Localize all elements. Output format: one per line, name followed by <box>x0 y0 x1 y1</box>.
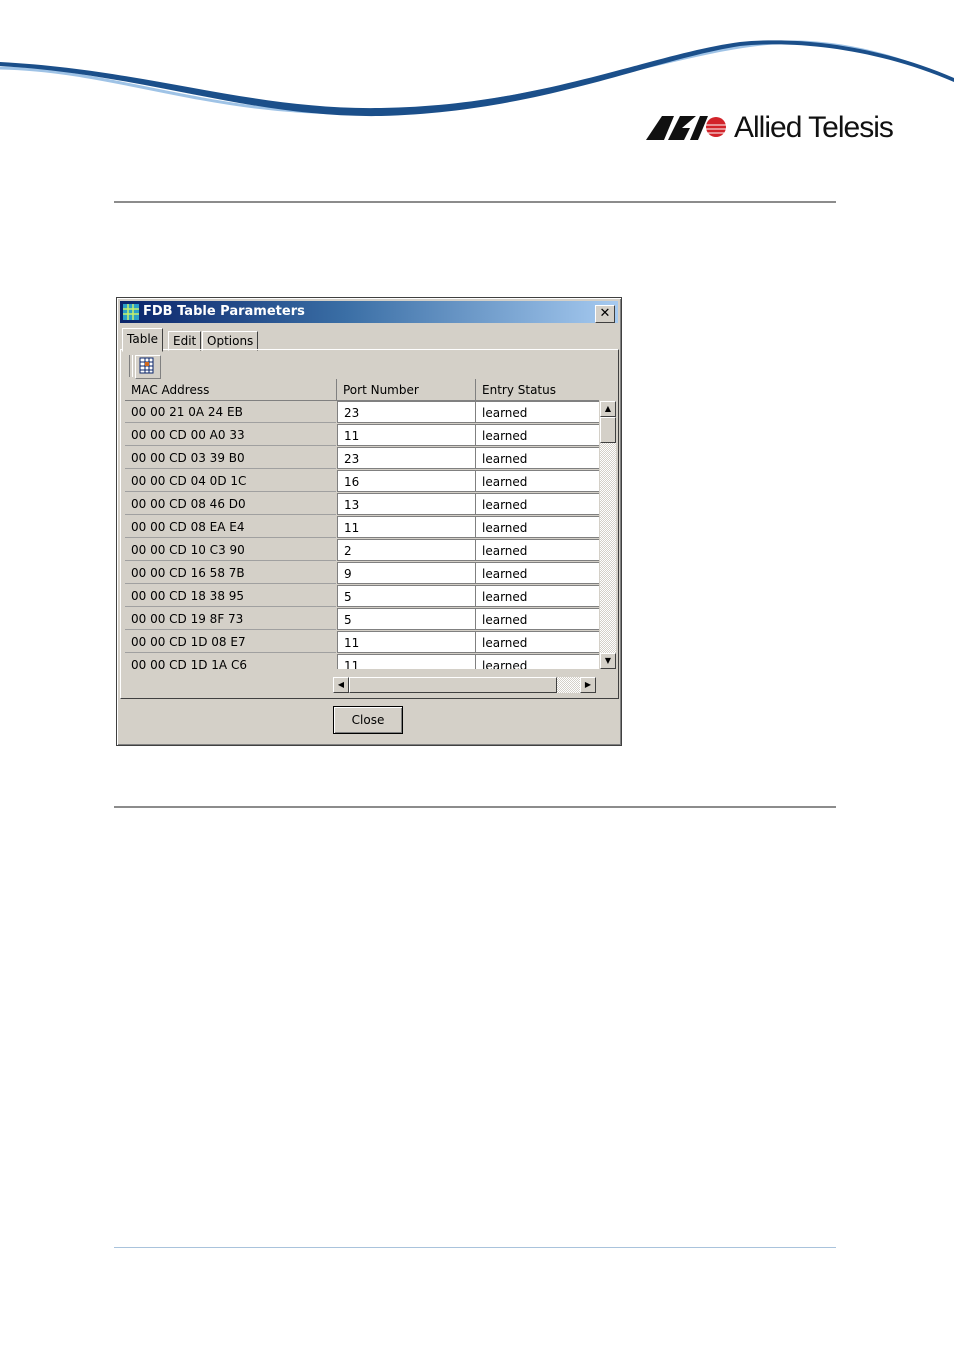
status-cell[interactable]: learned <box>476 631 599 653</box>
close-icon[interactable]: ✕ <box>595 305 615 323</box>
mac-cell: 00 00 CD 19 8F 73 <box>125 608 336 630</box>
mac-cell: 00 00 CD 1D 1A C6 <box>125 654 336 669</box>
close-button[interactable]: Close <box>333 706 403 734</box>
tab-table[interactable]: Table <box>122 328 164 352</box>
port-cell[interactable]: 11 <box>337 631 476 653</box>
port-cell[interactable]: 16 <box>337 470 476 492</box>
port-cell[interactable]: 9 <box>337 562 476 584</box>
dialog-titlebar[interactable]: FDB Table Parameters ✕ <box>120 301 618 323</box>
port-cell[interactable]: 11 <box>337 424 476 446</box>
mac-cell: 00 00 CD 04 0D 1C <box>125 470 336 492</box>
mac-cell: 00 00 21 0A 24 EB <box>125 401 336 423</box>
port-cell[interactable]: 23 <box>337 447 476 469</box>
port-cell[interactable]: 13 <box>337 493 476 515</box>
status-cell[interactable]: learned <box>476 585 599 607</box>
mac-cell: 00 00 CD 00 A0 33 <box>125 424 336 446</box>
status-cell[interactable]: learned <box>476 401 599 423</box>
status-cell[interactable]: learned <box>476 654 599 669</box>
table-grid-icon <box>139 357 154 374</box>
vertical-scrollbar[interactable]: ▲ ▼ <box>600 401 616 669</box>
column-header-port[interactable]: Port Number <box>337 379 476 401</box>
mac-cell: 00 00 CD 16 58 7B <box>125 562 336 584</box>
port-cell[interactable]: 5 <box>337 585 476 607</box>
port-cell[interactable]: 11 <box>337 516 476 538</box>
port-cell[interactable]: 23 <box>337 401 476 423</box>
mac-cell: 00 00 CD 03 39 B0 <box>125 447 336 469</box>
status-cell[interactable]: learned <box>476 608 599 630</box>
status-cell[interactable]: learned <box>476 539 599 561</box>
status-cell[interactable]: learned <box>476 447 599 469</box>
port-cell[interactable]: 5 <box>337 608 476 630</box>
tab-options[interactable]: Options <box>202 331 259 351</box>
mac-cell: 00 00 CD 08 EA E4 <box>125 516 336 538</box>
table-app-icon <box>123 304 139 320</box>
scroll-left-icon[interactable]: ◀ <box>333 677 349 693</box>
status-cell[interactable]: learned <box>476 470 599 492</box>
port-cell[interactable]: 2 <box>337 539 476 561</box>
fdb-table-dialog: FDB Table Parameters ✕ Table Edit Option… <box>116 297 622 746</box>
status-cell[interactable]: learned <box>476 562 599 584</box>
dialog-title: FDB Table Parameters <box>143 304 305 319</box>
allied-telesis-logo-icon <box>646 116 726 140</box>
tab-edit[interactable]: Edit <box>168 331 202 351</box>
horizontal-scroll-thumb[interactable] <box>349 677 557 693</box>
scroll-down-icon[interactable]: ▼ <box>600 653 616 669</box>
bottom-divider <box>114 806 836 808</box>
fdb-table: MAC Address Port Number Entry Status 00 … <box>125 379 599 669</box>
status-cell[interactable]: learned <box>476 516 599 538</box>
mac-cell: 00 00 CD 1D 08 E7 <box>125 631 336 653</box>
mac-cell: 00 00 CD 18 38 95 <box>125 585 336 607</box>
table-panel: MAC Address Port Number Entry Status 00 … <box>120 349 619 699</box>
mac-cell: 00 00 CD 08 46 D0 <box>125 493 336 515</box>
vertical-scroll-thumb[interactable] <box>600 417 616 443</box>
top-divider <box>114 201 836 203</box>
footer-divider <box>114 1247 836 1248</box>
scroll-right-icon[interactable]: ▶ <box>580 677 596 693</box>
table-view-button[interactable] <box>135 355 161 379</box>
column-header-status[interactable]: Entry Status <box>476 379 599 401</box>
logo-wordmark: Allied Telesis <box>734 111 894 144</box>
port-cell[interactable]: 11 <box>337 654 476 669</box>
status-cell[interactable]: learned <box>476 424 599 446</box>
horizontal-scrollbar[interactable]: ◀ ▶ <box>333 677 596 693</box>
scroll-up-icon[interactable]: ▲ <box>600 401 616 417</box>
status-cell[interactable]: learned <box>476 493 599 515</box>
mac-cell: 00 00 CD 10 C3 90 <box>125 539 336 561</box>
column-header-mac[interactable]: MAC Address <box>125 379 337 401</box>
toolbar-separator <box>129 355 133 377</box>
